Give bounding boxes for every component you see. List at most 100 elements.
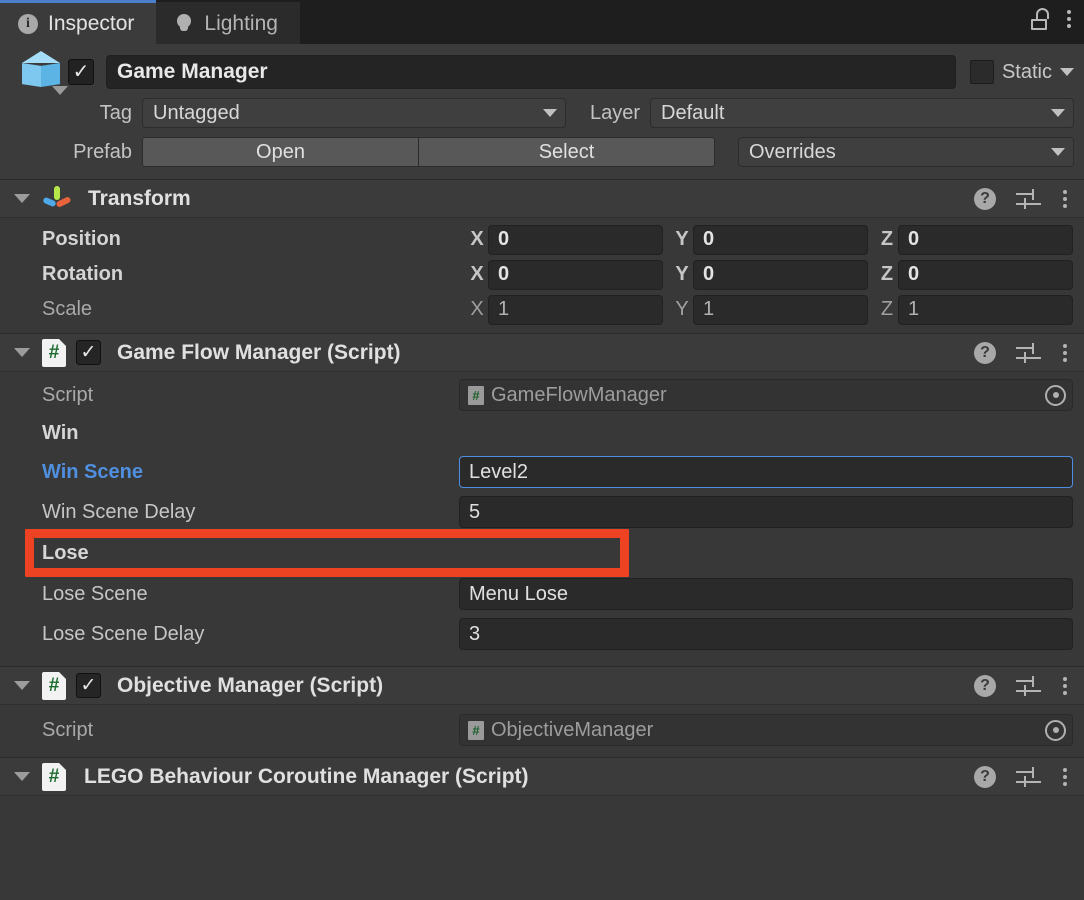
component-header-actions: ? — [974, 674, 1084, 697]
object-name-field[interactable]: Game Manager — [106, 55, 956, 89]
collapse-triangle-icon[interactable] — [14, 194, 30, 203]
tag-layer-row: Tag Untagged Layer Default — [10, 96, 1074, 130]
kebab-menu-icon[interactable] — [1066, 10, 1072, 28]
rotation-x-input[interactable]: 0 — [488, 259, 663, 290]
prefab-row: Prefab Open Select Overrides — [10, 135, 1074, 169]
help-icon[interactable]: ? — [974, 187, 996, 210]
static-toggle-group: Static — [969, 60, 1074, 84]
script-object-field[interactable]: # ObjectiveManager — [459, 714, 1073, 746]
component-header-objective-manager[interactable]: # ✓ Objective Manager (Script) ? — [0, 666, 1084, 705]
axis-x-label: X — [470, 263, 484, 285]
unlock-icon[interactable] — [1030, 8, 1052, 30]
tab-lighting[interactable]: Lighting — [156, 2, 300, 44]
axis-y-label: Y — [675, 228, 689, 250]
tab-inspector[interactable]: i Inspector — [0, 0, 157, 44]
prefab-cube-icon[interactable] — [16, 48, 68, 96]
vector3-field: X 0 Y 0 Z 0 — [466, 259, 1073, 290]
preset-icon[interactable] — [1016, 675, 1042, 696]
kebab-menu-icon[interactable] — [1062, 676, 1068, 695]
kebab-menu-icon[interactable] — [1062, 343, 1068, 362]
win-scene-input[interactable]: Level2 — [459, 456, 1073, 488]
component-title: LEGO Behaviour Coroutine Manager (Script… — [84, 764, 529, 788]
chevron-down-icon[interactable] — [52, 86, 68, 95]
tag-value: Untagged — [153, 101, 240, 124]
vector3-field: X 0 Y 0 Z 0 — [466, 224, 1073, 255]
preset-icon[interactable] — [1016, 188, 1042, 209]
lightbulb-icon — [174, 13, 194, 33]
rotation-y-input[interactable]: 0 — [693, 259, 868, 290]
scale-y-input[interactable]: 1 — [693, 294, 868, 325]
prefab-open-button[interactable]: Open — [142, 137, 419, 167]
lose-scene-delay-input[interactable]: 3 — [459, 618, 1073, 650]
property-label: Script — [42, 718, 94, 741]
transform-position-row: Position X 0 Y 0 Z 0 — [0, 222, 1084, 257]
help-icon[interactable]: ? — [974, 765, 996, 788]
layer-value: Default — [661, 101, 725, 124]
collapse-triangle-icon[interactable] — [14, 348, 30, 357]
chevron-down-icon — [1051, 109, 1065, 117]
component-enabled-checkbox[interactable]: ✓ — [76, 673, 101, 698]
property-label: Scale — [42, 298, 93, 320]
property-label: Position — [42, 228, 121, 250]
rotation-z-input[interactable]: 0 — [898, 259, 1073, 290]
static-checkbox[interactable] — [969, 60, 994, 84]
kebab-menu-icon[interactable] — [1062, 767, 1068, 786]
win-scene-delay-input[interactable]: 5 — [459, 496, 1073, 528]
component-title: Objective Manager (Script) — [117, 673, 384, 697]
component-header-transform[interactable]: Transform ? — [0, 179, 1084, 218]
script-object-name: ObjectiveManager — [491, 718, 654, 741]
preset-icon[interactable] — [1016, 766, 1042, 787]
axis-y-label: Y — [675, 298, 689, 320]
property-label: Lose Scene — [42, 582, 148, 605]
component-header-game-flow-manager[interactable]: # ✓ Game Flow Manager (Script) ? — [0, 333, 1084, 372]
component-body-transform: Position X 0 Y 0 Z 0 Rotation X 0 Y 0 Z … — [0, 218, 1084, 333]
section-header: Lose — [42, 541, 89, 564]
win-scene-delay-row: Win Scene Delay 5 — [0, 492, 1084, 532]
prefab-label: Prefab — [73, 140, 132, 163]
collapse-triangle-icon[interactable] — [14, 772, 30, 781]
transform-axis-icon — [42, 185, 72, 212]
layer-dropdown[interactable]: Default — [650, 98, 1074, 128]
layer-label: Layer — [590, 101, 641, 124]
prefab-select-button[interactable]: Select — [419, 137, 715, 167]
object-picker-icon[interactable] — [1045, 384, 1066, 406]
csharp-script-icon: # — [468, 385, 484, 405]
scale-z-input[interactable]: 1 — [898, 294, 1073, 325]
help-icon[interactable]: ? — [974, 341, 996, 364]
component-header-lego-behaviour-coroutine-manager[interactable]: # LEGO Behaviour Coroutine Manager (Scri… — [0, 757, 1084, 796]
vector3-field: X 1 Y 1 Z 1 — [466, 294, 1073, 325]
tag-dropdown[interactable]: Untagged — [142, 98, 566, 128]
help-icon[interactable]: ? — [974, 674, 996, 697]
collapse-triangle-icon[interactable] — [14, 681, 30, 690]
object-picker-icon[interactable] — [1045, 719, 1066, 741]
component-header-actions: ? — [974, 341, 1084, 364]
component-enabled-checkbox[interactable]: ✓ — [76, 340, 101, 365]
component-title: Transform — [88, 186, 191, 210]
object-enabled-checkbox[interactable]: ✓ — [68, 59, 94, 85]
script-object-name: GameFlowManager — [491, 383, 667, 406]
tag-label: Tag — [99, 101, 132, 124]
position-y-input[interactable]: 0 — [693, 224, 868, 255]
csharp-script-icon: # — [42, 671, 66, 700]
section-header-win-row: Win — [0, 414, 1084, 452]
script-reference-row: Script # ObjectiveManager — [0, 711, 1084, 749]
section-header-lose-row: Lose — [0, 532, 1084, 574]
preset-icon[interactable] — [1016, 342, 1042, 363]
win-scene-row: Win Scene Level2 — [0, 452, 1084, 492]
axis-x-label: X — [470, 298, 484, 320]
kebab-menu-icon[interactable] — [1062, 189, 1068, 208]
position-x-input[interactable]: 0 — [488, 224, 663, 255]
static-dropdown-icon[interactable] — [1060, 68, 1074, 76]
tab-bar-actions — [1030, 0, 1084, 44]
info-icon: i — [18, 13, 38, 34]
chevron-down-icon — [543, 109, 557, 117]
lose-scene-input[interactable]: Menu Lose — [459, 578, 1073, 610]
script-object-field[interactable]: # GameFlowManager — [459, 379, 1073, 411]
property-label: Script — [42, 383, 94, 406]
csharp-script-icon: # — [468, 720, 484, 740]
section-header: Win — [42, 421, 79, 444]
position-z-input[interactable]: 0 — [898, 224, 1073, 255]
scale-x-input[interactable]: 1 — [488, 294, 663, 325]
prefab-overrides-dropdown[interactable]: Overrides — [738, 137, 1074, 167]
object-header: ✓ Game Manager Static Tag Untagged Layer… — [0, 44, 1084, 179]
